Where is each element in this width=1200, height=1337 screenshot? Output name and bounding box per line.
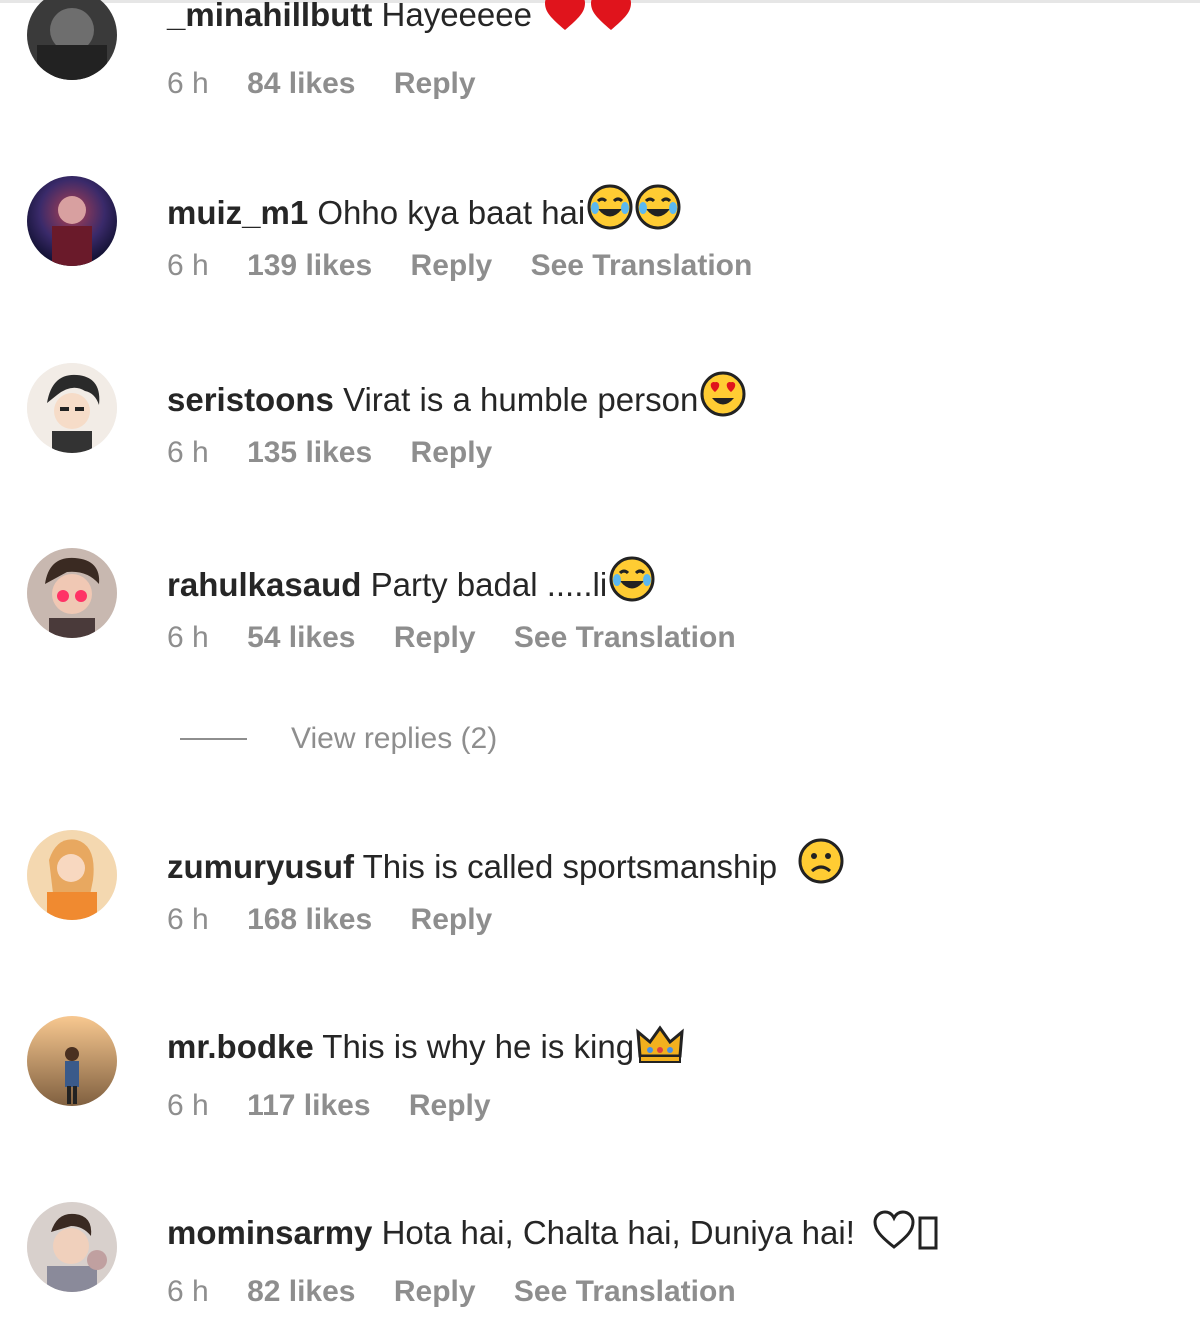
reply-button[interactable]: Reply (411, 902, 493, 938)
comment-time: 6 h (167, 249, 209, 282)
comment-meta: 6 h 82 likes Reply See Translation (167, 1274, 766, 1310)
view-replies-label: View replies (2) (291, 722, 498, 755)
comment-item: rahulkasaud Party badal .....li 6 h 54 l… (0, 548, 1200, 668)
white-heart-icon (872, 1210, 916, 1250)
likes-count[interactable]: 84 likes (247, 66, 355, 102)
username-link[interactable]: mominsarmy (167, 1214, 372, 1251)
avatar[interactable] (27, 176, 117, 266)
avatar[interactable] (27, 0, 117, 80)
comment-body: Party badal .....li (370, 566, 608, 603)
comment-item: muiz_m1 Ohho kya baat hai 6 h 139 likes … (0, 176, 1200, 296)
reply-button[interactable]: Reply (394, 1274, 476, 1310)
comment-meta: 6 h 135 likes Reply (167, 435, 522, 471)
see-translation-button[interactable]: See Translation (514, 1274, 736, 1310)
view-replies-button[interactable]: View replies (2) (180, 722, 497, 762)
comment-body: This is why he is king (322, 1028, 635, 1065)
likes-count[interactable]: 168 likes (247, 902, 372, 938)
likes-count[interactable]: 82 likes (247, 1274, 355, 1310)
heart-eyes-icon (700, 371, 746, 417)
comment-item: seristoons Virat is a humble person 6 h … (0, 363, 1200, 483)
comment-body: Ohho kya baat hai (317, 194, 586, 231)
see-translation-button[interactable]: See Translation (531, 248, 753, 284)
comment-body: Virat is a humble person (343, 381, 699, 418)
comment-meta: 6 h 168 likes Reply (167, 902, 522, 938)
frowning-face-icon (798, 838, 844, 884)
likes-count[interactable]: 54 likes (247, 620, 355, 656)
comment-text: rahulkasaud Party badal .....li (167, 556, 655, 607)
avatar[interactable] (27, 548, 117, 638)
reply-button[interactable]: Reply (394, 620, 476, 656)
reply-button[interactable]: Reply (411, 248, 493, 284)
comment-text: zumuryusuf This is called sportsmanship (167, 838, 844, 889)
reply-button[interactable]: Reply (394, 66, 476, 102)
avatar[interactable] (27, 1202, 117, 1292)
username-link[interactable]: muiz_m1 (167, 194, 308, 231)
comment-text: _minahillbutt Hayeeeee (167, 0, 633, 37)
comment-time: 6 h (167, 67, 209, 100)
comment-time: 6 h (167, 1275, 209, 1308)
comment-meta: 6 h 84 likes Reply (167, 66, 506, 102)
likes-count[interactable]: 135 likes (247, 435, 372, 471)
comment-meta: 6 h 139 likes Reply See Translation (167, 248, 782, 284)
tears-of-joy-icon (609, 556, 655, 602)
comment-time: 6 h (167, 1089, 209, 1122)
comment-time: 6 h (167, 621, 209, 654)
replies-divider (180, 738, 247, 740)
red-heart-icon (589, 0, 633, 32)
comment-time: 6 h (167, 436, 209, 469)
likes-count[interactable]: 117 likes (247, 1088, 370, 1124)
comment-meta: 6 h 117 likes Reply (167, 1088, 521, 1124)
comment-text: seristoons Virat is a humble person (167, 371, 746, 422)
see-translation-button[interactable]: See Translation (514, 620, 736, 656)
tears-of-joy-icon (587, 184, 633, 230)
username-link[interactable]: zumuryusuf (167, 848, 354, 885)
avatar[interactable] (27, 1016, 117, 1106)
avatar[interactable] (27, 830, 117, 920)
red-heart-icon (543, 0, 587, 32)
comment-text: mr.bodke This is why he is king (167, 1024, 684, 1069)
comment-body: Hayeeeee (381, 0, 532, 33)
username-link[interactable]: rahulkasaud (167, 566, 361, 603)
comment-text: muiz_m1 Ohho kya baat hai (167, 184, 681, 235)
username-link[interactable]: seristoons (167, 381, 334, 418)
username-link[interactable]: _minahillbutt (167, 0, 372, 33)
comment-meta: 6 h 54 likes Reply See Translation (167, 620, 766, 656)
crown-icon (636, 1024, 684, 1064)
comment-body: Hota hai, Chalta hai, Duniya hai! (381, 1214, 855, 1251)
comment-time: 6 h (167, 903, 209, 936)
comment-item: _minahillbutt Hayeeeee 6 h 84 likes Repl… (0, 0, 1200, 110)
comment-text: mominsarmy Hota hai, Chalta hai, Duniya … (167, 1210, 938, 1255)
comment-body: This is called sportsmanship (362, 848, 778, 885)
missing-glyph-icon (918, 1216, 938, 1250)
avatar[interactable] (27, 363, 117, 453)
tears-of-joy-icon (635, 184, 681, 230)
username-link[interactable]: mr.bodke (167, 1028, 314, 1065)
comment-item: mominsarmy Hota hai, Chalta hai, Duniya … (0, 1202, 1200, 1322)
comment-item: zumuryusuf This is called sportsmanship … (0, 830, 1200, 950)
comment-item: mr.bodke This is why he is king 6 h 117 … (0, 1016, 1200, 1136)
reply-button[interactable]: Reply (411, 435, 493, 471)
reply-button[interactable]: Reply (409, 1088, 491, 1124)
likes-count[interactable]: 139 likes (247, 248, 372, 284)
